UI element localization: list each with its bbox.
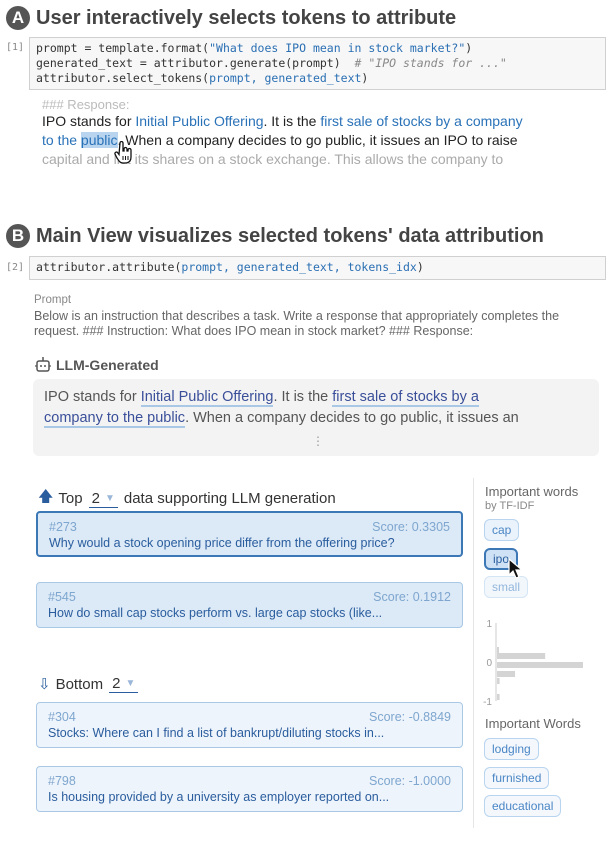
generated-text: . When a company decides to go public, i…: [185, 410, 519, 426]
selected-token[interactable]: public: [80, 132, 118, 148]
section-b-title: B Main View visualizes selected tokens' …: [6, 224, 544, 248]
data-card-bottom-2[interactable]: #798 Score: -1.0000 Is housing provided b…: [36, 766, 463, 812]
histogram-bar: [497, 678, 500, 684]
code-line: prompt = template.format("What does IPO …: [36, 41, 599, 56]
histogram-bar: [497, 694, 500, 700]
section-b-badge: B: [6, 224, 30, 248]
card-score: Score: 0.1912: [373, 590, 451, 604]
card-text: How do small cap stocks perform vs. larg…: [48, 606, 383, 620]
data-card-top-1[interactable]: #273 Score: 0.3305 Why would a stock open…: [36, 511, 463, 557]
code-text: attributor.select_tokens(: [36, 71, 210, 85]
prompt-text: Below is an instruction that describes a…: [34, 309, 560, 338]
card-id: #545: [48, 590, 76, 604]
expand-more-button[interactable]: ⋮: [312, 434, 324, 448]
code-line: generated_text = attributor.generate(pro…: [36, 56, 599, 71]
histogram-bar: [497, 662, 583, 668]
important-words-subtitle: by TF-IDF: [485, 500, 535, 512]
mouse-pointer-icon: [508, 557, 524, 585]
arrow-up-icon: 🡅: [38, 488, 54, 505]
code-text: ): [361, 71, 369, 85]
code-text: ): [465, 41, 473, 55]
response-line-1[interactable]: IPO stands for Initial Public Offering. …: [42, 112, 602, 131]
section-a-heading: User interactively selects tokens to att…: [36, 6, 457, 29]
top-count-value: 2: [91, 489, 100, 507]
section-a-title: A User interactively selects tokens to a…: [6, 6, 456, 30]
generated-highlight[interactable]: Initial Public Offering: [140, 389, 274, 407]
data-card-top-2[interactable]: #545 Score: 0.1912 How do small cap stock…: [36, 582, 463, 628]
code-highlight[interactable]: # "IPO stands for ...": [355, 56, 507, 70]
top-data-header: 🡅 Top 2 ▼ data supporting LLM generation: [38, 486, 336, 511]
hand-cursor-icon: [114, 140, 134, 171]
response-text: . When a company decides to go public, i…: [117, 132, 518, 148]
top-count-dropdown[interactable]: 2 ▼: [88, 489, 118, 508]
word-chip-educational[interactable]: educational: [484, 795, 562, 817]
top-label-suffix: data supporting LLM generation: [123, 490, 336, 507]
arrow-down-outline-icon: ⇩: [38, 676, 51, 693]
code-cell-1[interactable]: prompt = template.format("What does IPO …: [29, 37, 606, 90]
score-histogram: 1 0 -1: [483, 619, 583, 708]
histogram-bar: [497, 653, 546, 659]
code-cell-2[interactable]: attributor.attribute(prompt, generated_t…: [29, 256, 606, 280]
generated-text: . It is the: [273, 389, 333, 405]
response-text: . It is the: [263, 113, 321, 129]
top-label: Top: [58, 490, 83, 507]
card-text: Is housing provided by a university as e…: [48, 790, 390, 804]
generated-line-1[interactable]: IPO stands for Initial Public Offering. …: [44, 387, 588, 408]
card-text: Why would a stock opening price differ f…: [49, 536, 395, 550]
code-highlight[interactable]: prompt, generated_text, tokens_idx: [181, 260, 416, 274]
word-chip-cap[interactable]: cap: [484, 519, 520, 541]
section-a-badge: A: [6, 6, 30, 30]
histogram-tick-label: 0: [486, 658, 492, 669]
code-text: attributor.attribute(: [36, 260, 182, 274]
response-header: ### Response:: [42, 97, 130, 112]
code-highlight[interactable]: "What does IPO mean in stock market?": [209, 41, 465, 55]
cell-number-2: [2]: [6, 262, 25, 273]
card-score: Score: -1.0000: [369, 774, 451, 788]
histogram-tick-label: 1: [486, 619, 492, 630]
llm-generated-header: LLM-Generated: [34, 356, 159, 374]
code-text: prompt = template.format(: [36, 41, 210, 55]
cell-number-1: [1]: [6, 42, 25, 53]
chevron-down-icon: ▼: [104, 492, 115, 504]
generated-text: IPO stands for: [44, 389, 141, 405]
chevron-down-icon: ▼: [125, 678, 136, 689]
sidebar-divider: [473, 478, 474, 828]
bottom-count-dropdown[interactable]: 2 ▼: [109, 675, 139, 693]
response-highlight[interactable]: to the: [42, 132, 81, 148]
code-line: attributor.select_tokens(prompt, generat…: [36, 71, 599, 86]
robot-icon: [35, 357, 51, 372]
card-id: #798: [48, 774, 76, 788]
generated-line-2[interactable]: company to the public. When a company de…: [44, 408, 588, 429]
card-id: #273: [49, 520, 77, 534]
bottom-label: Bottom: [55, 675, 104, 693]
bottom-count-value: 2: [112, 675, 121, 692]
code-text: generated_text = attributor.generate(pro…: [36, 56, 355, 70]
word-chip-furnished[interactable]: furnished: [484, 767, 550, 789]
card-id: #304: [48, 710, 76, 724]
code-text: ): [416, 260, 424, 274]
card-score: Score: -0.8849: [369, 710, 451, 724]
response-text: IPO stands for: [42, 113, 136, 129]
histogram-bar: [497, 647, 499, 653]
generated-highlight[interactable]: company to the public: [44, 410, 186, 428]
card-text: Stocks: Where can I find a list of bankr…: [48, 726, 385, 740]
code-highlight[interactable]: prompt, generated_text: [209, 71, 361, 85]
llm-generated-label: LLM-Generated: [56, 357, 159, 373]
word-chip-lodging[interactable]: lodging: [484, 738, 539, 760]
histogram-tick-label: -1: [483, 697, 492, 708]
response-highlight[interactable]: Initial Public Offering: [135, 113, 263, 129]
card-score: Score: 0.3305: [372, 520, 450, 534]
prompt-label: Prompt: [34, 294, 72, 306]
important-words-title: Important words: [485, 484, 579, 499]
important-words-bottom-title: Important Words: [485, 716, 581, 731]
response-highlight[interactable]: first sale of stocks by a company: [320, 113, 522, 129]
section-b-heading: Main View visualizes selected tokens' da…: [36, 224, 544, 247]
histogram-bar: [497, 671, 516, 677]
data-card-bottom-1[interactable]: #304 Score: -0.8849 Stocks: Where can I f…: [36, 702, 463, 748]
bottom-data-header: ⇩ Bottom 2 ▼: [38, 675, 144, 693]
code-line: attributor.attribute(prompt, generated_t…: [36, 260, 599, 275]
generated-highlight[interactable]: first sale of stocks by a: [332, 389, 479, 407]
